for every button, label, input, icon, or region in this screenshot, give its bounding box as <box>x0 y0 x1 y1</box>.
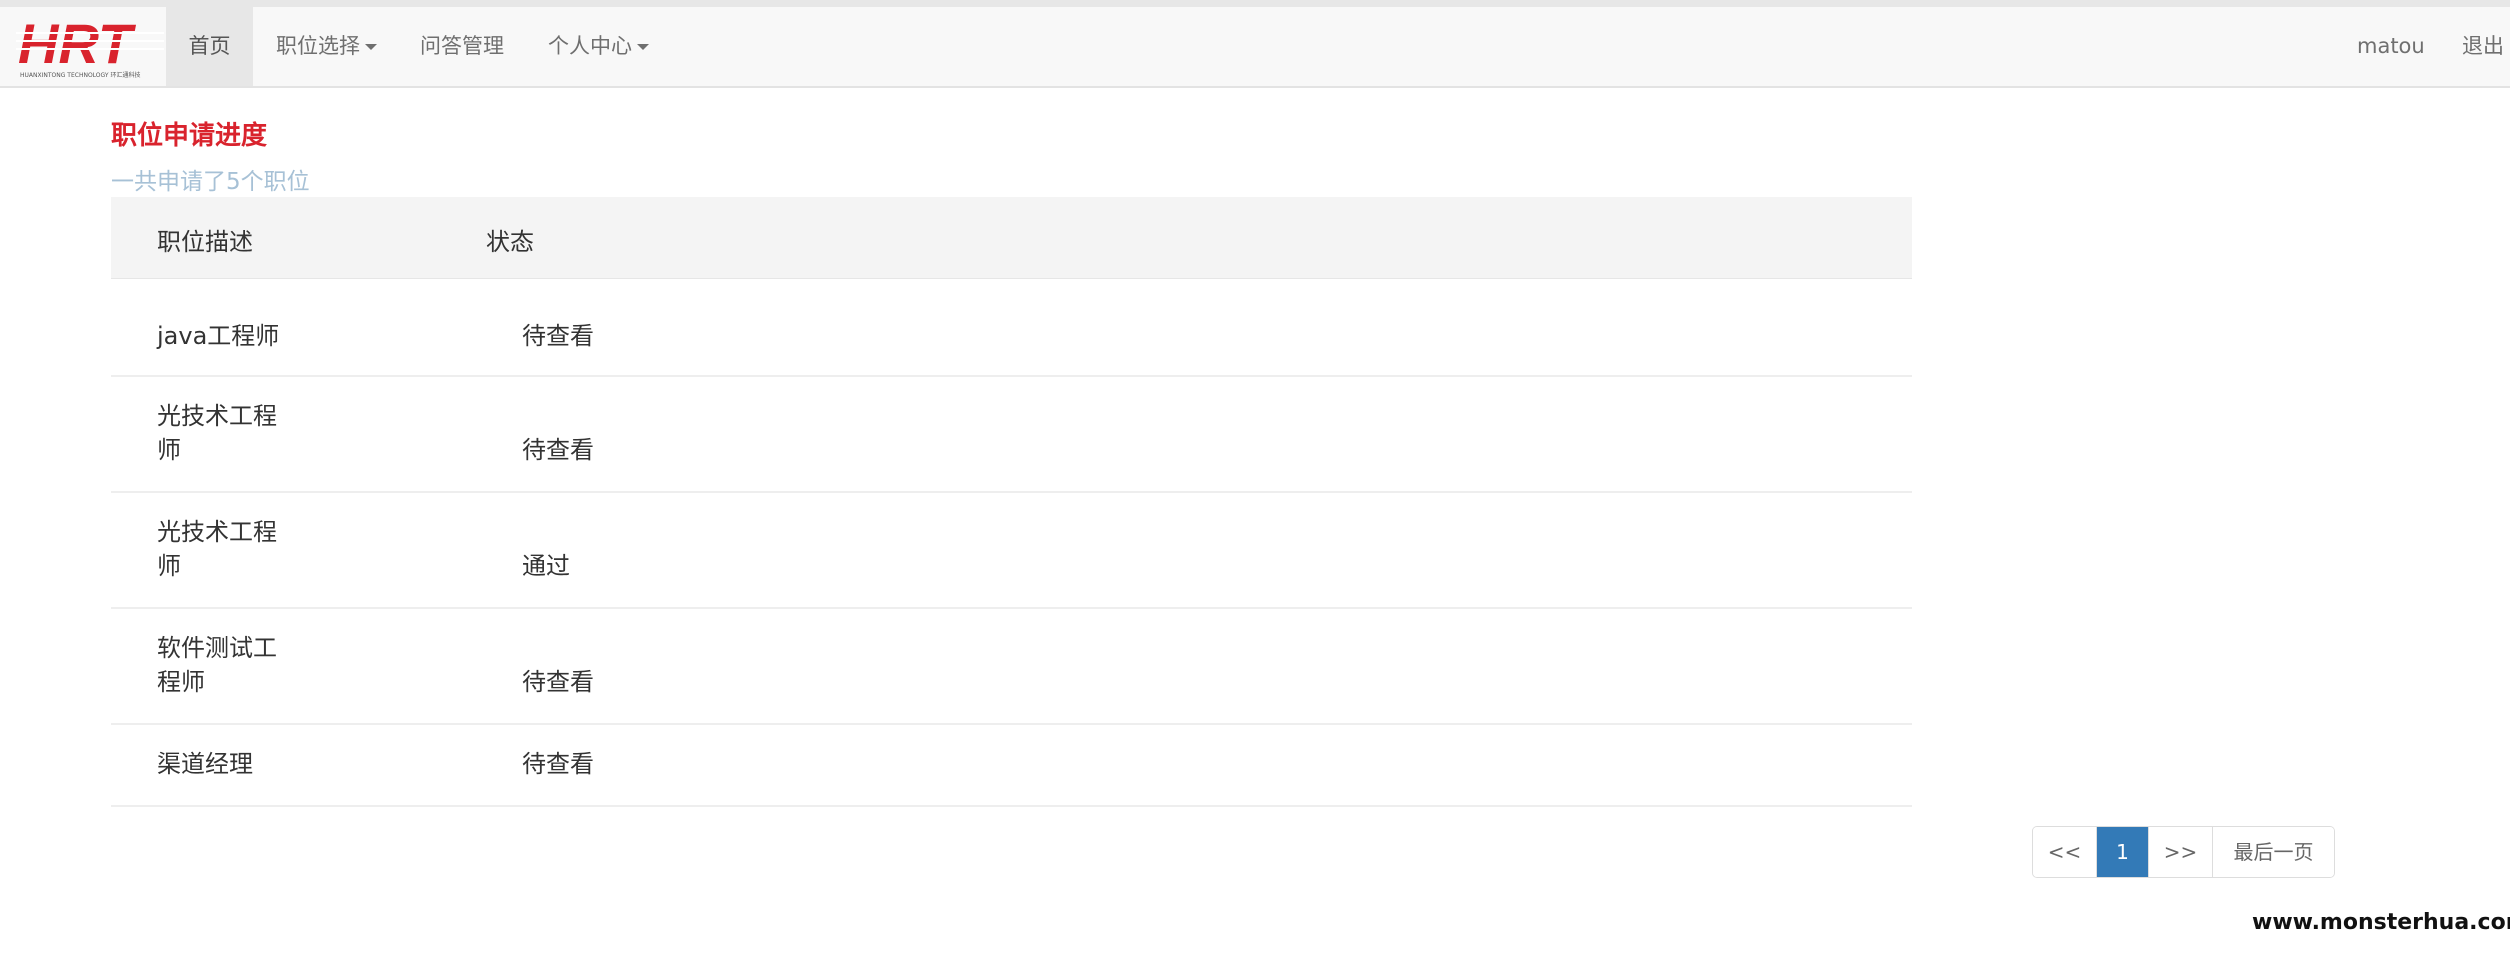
row-status: 待查看 <box>522 436 594 464</box>
prev-page-button[interactable]: << <box>2033 827 2097 877</box>
pagination: << 1 >> 最后一页 <box>2032 826 2335 878</box>
logout-link[interactable]: 退出 <box>2462 7 2504 86</box>
row-description: 渠道经理 <box>157 750 253 778</box>
top-navbar: HRT HUANXINTONG TECHNOLOGY 环汇通科技 首页 职位选择… <box>0 7 2510 88</box>
nav-personal-center-label: 个人中心 <box>548 34 632 58</box>
header-status: 状态 <box>486 228 534 256</box>
nav-job-select[interactable]: 职位选择 <box>276 7 377 86</box>
table-row[interactable]: 渠道经理 待查看 <box>111 725 1912 807</box>
row-status: 待查看 <box>522 322 594 350</box>
nav-username[interactable]: matou <box>2357 7 2425 86</box>
row-status: 待查看 <box>522 750 594 778</box>
header-description: 职位描述 <box>157 228 253 256</box>
next-page-button[interactable]: >> <box>2149 827 2213 877</box>
caret-down-icon <box>637 44 649 50</box>
application-count: 一共申请了5个职位 <box>111 169 310 195</box>
nav-qa-manage-label: 问答管理 <box>420 34 504 58</box>
page-1-button[interactable]: 1 <box>2097 827 2149 877</box>
page-title: 职位申请进度 <box>111 121 268 151</box>
table-row[interactable]: java工程师 待查看 <box>111 279 1912 377</box>
svg-text:HUANXINTONG TECHNOLOGY 环汇通科技: HUANXINTONG TECHNOLOGY 环汇通科技 <box>20 71 140 79</box>
logout-label: 退出 <box>2462 34 2504 58</box>
row-description: 软件测试工程师 <box>157 634 277 696</box>
row-description: 光技术工程师 <box>157 518 277 580</box>
username-label: matou <box>2357 34 2425 58</box>
svg-text:HRT: HRT <box>18 15 137 75</box>
nav-qa-manage[interactable]: 问答管理 <box>420 7 504 86</box>
table-row[interactable]: 软件测试工程师 待查看 <box>111 609 1912 725</box>
applications-table: 职位描述 状态 java工程师 待查看 光技术工程师 待查看 光技术工程师 通过… <box>111 197 1912 807</box>
table-row[interactable]: 光技术工程师 待查看 <box>111 377 1912 493</box>
row-description: java工程师 <box>157 322 280 350</box>
top-border <box>0 0 2510 7</box>
nav-home[interactable]: 首页 <box>166 7 253 86</box>
watermark: www.monsterhua.com <box>2252 910 2510 935</box>
row-status: 通过 <box>522 552 570 580</box>
table-header: 职位描述 状态 <box>111 197 1912 279</box>
row-description: 光技术工程师 <box>157 402 277 464</box>
nav-home-label: 首页 <box>188 34 231 58</box>
last-page-button[interactable]: 最后一页 <box>2213 827 2334 877</box>
nav-personal-center[interactable]: 个人中心 <box>548 7 649 86</box>
table-row[interactable]: 光技术工程师 通过 <box>111 493 1912 609</box>
nav-job-select-label: 职位选择 <box>276 34 360 58</box>
row-status: 待查看 <box>522 668 594 696</box>
caret-down-icon <box>365 44 377 50</box>
hrt-logo[interactable]: HRT HUANXINTONG TECHNOLOGY 环汇通科技 <box>16 15 164 81</box>
